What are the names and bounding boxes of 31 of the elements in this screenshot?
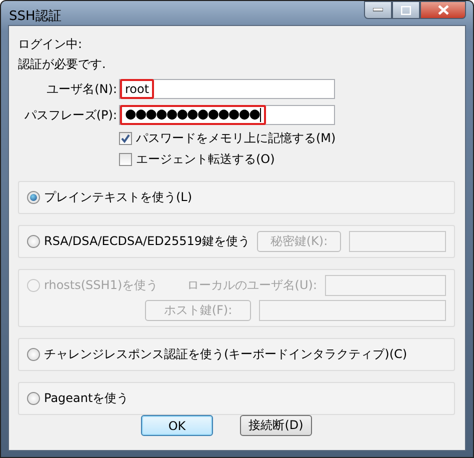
radio-label: RSA/DSA/ECDSA/ED25519鍵を使う [44,233,250,250]
maximize-button[interactable] [392,1,420,19]
field-label: パスフレーズ(P): [23,106,118,124]
close-button[interactable] [420,1,466,19]
input-field[interactable]: ●●●●●●●●●●●●● [119,105,335,125]
maximize-icon [401,6,411,14]
radio-label: Pageantを使う [44,390,129,407]
status-text: ログイン中: [18,36,84,53]
radio-button[interactable] [27,191,40,204]
input-field[interactable]: root [119,79,335,99]
field-value: ●●●●●●●●●●●●● [120,105,266,125]
checkbox-label: エージェント転送する(O) [136,151,275,168]
checkbox-label: パスワードをメモリ上に記憶する(M) [136,130,336,147]
field-label: ユーザ名(N): [46,80,118,98]
radio-label: プレインテキストを使う(L) [44,189,192,206]
minimize-button[interactable] [364,1,392,19]
close-icon [438,5,448,15]
radio-button[interactable] [27,348,40,361]
field-label: ローカルのユーザ名(U): [186,277,317,294]
dialog-button[interactable]: OK [141,415,213,436]
field-value: root [120,79,154,99]
radio-label: チャレンジレスポンス認証を使う(キーボードインタラクティブ)(C) [44,346,408,363]
status-text: 認証が必要です. [18,56,107,73]
checkbox[interactable] [119,132,132,145]
radio-button[interactable] [27,235,40,248]
radio-button[interactable] [27,392,40,405]
minimize-icon [373,8,383,12]
checkbox[interactable] [119,153,132,166]
radio-label: rhosts(SSH1)を使う [44,277,158,294]
window-title: SSH認証 [8,8,62,25]
dialog-button[interactable]: 接続断(D) [240,415,312,436]
